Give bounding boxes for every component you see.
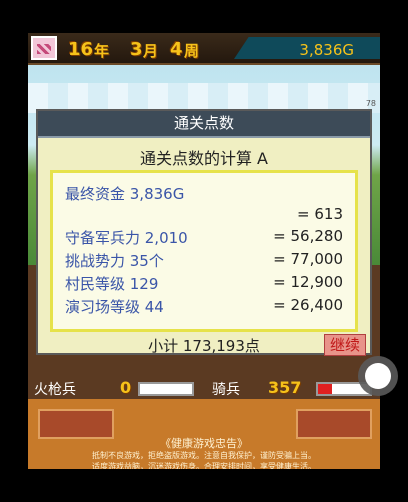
cavalry-label: 骑兵 xyxy=(212,382,240,398)
warning-line-1: 抵制不良游戏，拒绝盗版游戏。注意自我保护，谨防受骗上当。 xyxy=(92,451,316,460)
rifle-count: 0 xyxy=(120,378,132,397)
month-unit: 月 xyxy=(143,42,159,60)
health-warning-panel: 《健康游戏忠告》 抵制不良游戏，拒绝盗版游戏。注意自我保护，谨防受骗上当。 适度… xyxy=(28,399,380,469)
row-label: 挑战势力 35个 xyxy=(65,252,164,270)
army-stats: 火枪兵 0 骑兵 357 xyxy=(28,353,380,399)
week-unit: 周 xyxy=(184,42,200,60)
money-value: 3,836G xyxy=(299,41,354,59)
warning-line-2: 适度游戏益脑，沉迷游戏伤身。合理安排时间，享受健康生活。 xyxy=(92,462,316,469)
continue-button[interactable]: 继续 xyxy=(324,334,366,356)
cavalry-count: 357 xyxy=(268,378,302,397)
avatar[interactable] xyxy=(31,36,57,60)
row-value: = 613 xyxy=(297,205,343,223)
row-label: 守备军兵力 2,010 xyxy=(65,229,188,247)
row-label: 最终资金 3,836G xyxy=(65,185,185,203)
rifle-bar xyxy=(138,382,194,396)
row-label: 演习场等级 44 xyxy=(65,298,164,316)
rifle-label: 火枪兵 xyxy=(34,382,76,398)
week-number: 4 xyxy=(170,39,183,60)
floating-assist-button[interactable] xyxy=(358,356,398,396)
subtotal: 小计 173,193点 xyxy=(148,337,260,355)
row-value: = 26,400 xyxy=(273,296,343,314)
dialog-subtitle: 通关点数的计算 A xyxy=(139,149,269,168)
game-screen: 16 年 3 月 4 周 3,836G 78 火枪兵 0 骑兵 357 《健康游… xyxy=(28,33,380,469)
dialog-title: 通关点数 xyxy=(38,111,370,138)
clear-points-dialog: 通关点数 通关点数的计算 A 最终资金 3,836G = 613 守备军兵力 2… xyxy=(36,109,372,356)
year-number: 16 xyxy=(68,39,94,60)
status-bar: 16 年 3 月 4 周 3,836G xyxy=(28,33,380,65)
month-number: 3 xyxy=(130,39,143,60)
row-value: = 12,900 xyxy=(273,273,343,291)
row-value: = 56,280 xyxy=(273,227,343,245)
row-label: 村民等级 129 xyxy=(65,275,159,293)
score-breakdown: 最终资金 3,836G = 613 守备军兵力 2,010 = 56,280 挑… xyxy=(50,170,358,332)
row-value: = 77,000 xyxy=(273,250,343,268)
year-unit: 年 xyxy=(94,42,110,60)
money-display: 3,836G xyxy=(234,37,380,59)
level-tag: 78 xyxy=(365,99,376,108)
warning-title: 《健康游戏忠告》 xyxy=(160,437,248,450)
